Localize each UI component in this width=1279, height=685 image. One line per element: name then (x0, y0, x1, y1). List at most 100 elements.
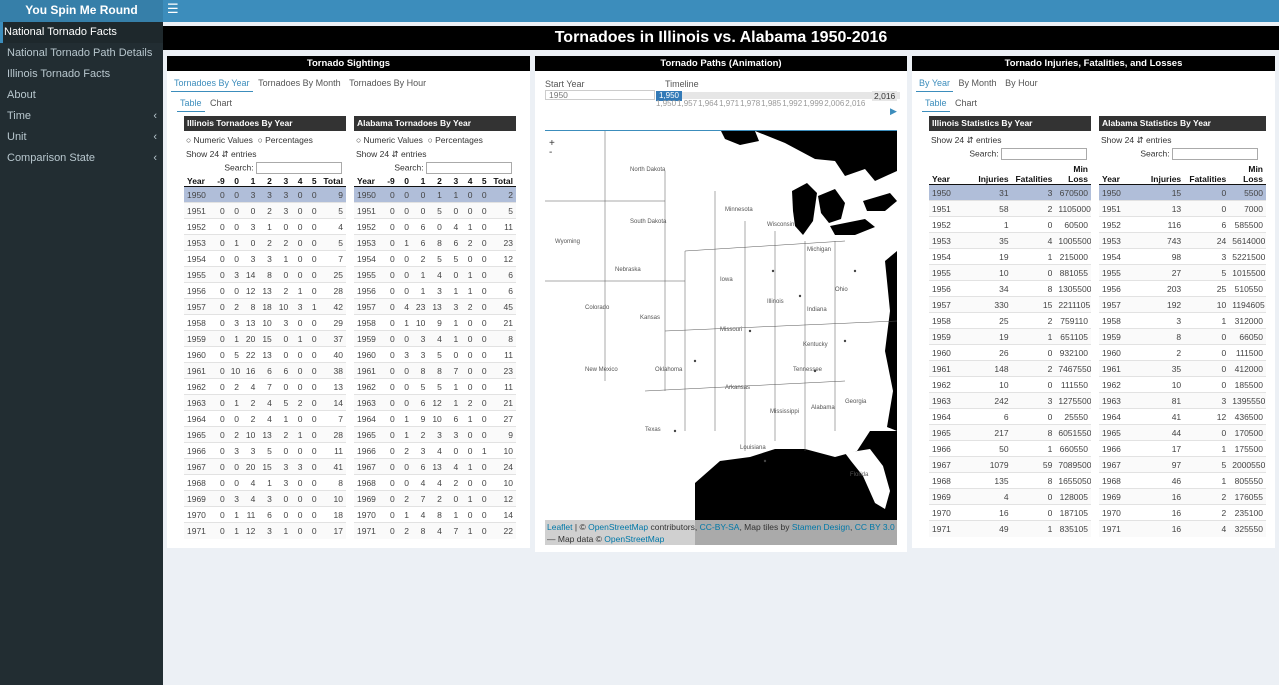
sidebar-item-illinois-tornado-facts[interactable]: Illinois Tornado Facts (0, 64, 163, 85)
table-row[interactable]: 1952 116 6 585500 (1099, 216, 1266, 233)
table-row[interactable]: 1956 203 25 510550 (1099, 280, 1266, 297)
table-row[interactable]: 1953 0 1 6 8 6 2 0 23 (354, 234, 516, 251)
table-row[interactable]: 1962 0 2 4 7 0 0 0 13 (184, 378, 346, 395)
stamen-link[interactable]: Stamen Design (792, 522, 850, 532)
table-row[interactable]: 1963 0 0 6 12 1 2 0 21 (354, 394, 516, 411)
column-header[interactable]: 2 (258, 176, 275, 187)
table-row[interactable]: 1955 0 3 14 8 0 0 0 25 (184, 266, 346, 283)
timeline-slider[interactable] (656, 92, 900, 99)
table-row[interactable]: 1964 41 12 436500 (1099, 408, 1266, 425)
column-header[interactable]: 0 (397, 176, 412, 187)
osm-link[interactable]: OpenStreetMap (604, 534, 664, 544)
brand-logo[interactable]: You Spin Me Round (0, 0, 163, 22)
column-header[interactable]: Year (929, 164, 972, 185)
table-row[interactable]: 1958 3 1 312000 (1099, 312, 1266, 329)
table-row[interactable]: 1956 34 8 1305500 (929, 280, 1091, 297)
table-row[interactable]: 1954 0 0 3 3 1 0 0 7 (184, 250, 346, 267)
column-header[interactable]: 3 (274, 176, 292, 187)
table-row[interactable]: 1965 44 0 170500 (1099, 424, 1266, 441)
table-row[interactable]: 1967 0 0 20 15 3 3 0 41 (184, 458, 346, 475)
tab-chart[interactable]: Chart (207, 97, 235, 111)
table-row[interactable]: 1951 0 0 0 2 3 0 0 5 (184, 202, 346, 219)
table-row[interactable]: 1970 0 1 4 8 1 0 0 14 (354, 506, 516, 523)
search-input[interactable] (1172, 148, 1258, 160)
table-row[interactable]: 1954 0 0 2 5 5 0 0 12 (354, 250, 516, 267)
radio-numeric[interactable]: ○ (356, 135, 361, 145)
table-row[interactable]: 1960 26 0 932100 (929, 344, 1091, 361)
table-row[interactable]: 1965 217 8 6051550 (929, 424, 1091, 441)
tab-chart[interactable]: Chart (952, 97, 980, 111)
table-row[interactable]: 1971 0 2 8 4 7 1 0 22 (354, 522, 516, 539)
table-row[interactable]: 1958 0 1 10 9 1 0 0 21 (354, 314, 516, 331)
table-row[interactable]: 1958 0 3 13 10 3 0 0 29 (184, 314, 346, 331)
table-row[interactable]: 1968 135 8 1655050 (929, 472, 1091, 489)
tab-table[interactable]: Table (177, 97, 205, 112)
table-row[interactable]: 1969 4 0 128005 (929, 488, 1091, 505)
column-header[interactable]: 1 (241, 176, 259, 187)
column-header[interactable]: 1 (411, 176, 429, 187)
column-header[interactable]: Year (184, 176, 213, 187)
table-row[interactable]: 1953 743 24 5614000 (1099, 232, 1266, 249)
table-row[interactable]: 1967 0 0 6 13 4 1 0 24 (354, 458, 516, 475)
table-row[interactable]: 1955 10 0 881055 (929, 264, 1091, 281)
entries-select[interactable]: 24 ⇵ (955, 135, 974, 145)
table-row[interactable]: 1970 16 2 235100 (1099, 504, 1266, 521)
table-row[interactable]: 1956 0 0 12 13 2 1 0 28 (184, 282, 346, 299)
table-row[interactable]: 1959 0 0 3 4 1 0 0 8 (354, 330, 516, 347)
table-row[interactable]: 1969 16 2 176055 (1099, 488, 1266, 505)
table-row[interactable]: 1969 0 2 7 2 0 1 0 12 (354, 490, 516, 507)
search-input[interactable] (256, 162, 342, 174)
table-row[interactable]: 1969 0 3 4 3 0 0 0 10 (184, 490, 346, 507)
table-row[interactable]: 1956 0 0 1 3 1 1 0 6 (354, 282, 516, 299)
table-row[interactable]: 1963 81 3 1395550 (1099, 392, 1266, 409)
table-row[interactable]: 1966 50 1 660550 (929, 440, 1091, 457)
table-row[interactable]: 1964 0 1 9 10 6 1 0 27 (354, 410, 516, 427)
table-row[interactable]: 1966 0 2 3 4 0 0 1 10 (354, 442, 516, 459)
table-row[interactable]: 1953 0 1 0 2 2 0 0 5 (184, 234, 346, 251)
start-year-input[interactable]: 1950 (545, 90, 655, 100)
table-row[interactable]: 1951 13 0 7000 (1099, 200, 1266, 217)
table-row[interactable]: 1966 17 1 175500 (1099, 440, 1266, 457)
column-header[interactable]: 4 (291, 176, 306, 187)
table-row[interactable]: 1960 0 3 3 5 0 0 0 11 (354, 346, 516, 363)
column-header[interactable]: Year (354, 176, 383, 187)
table-row[interactable]: 1961 0 10 16 6 6 0 0 38 (184, 362, 346, 379)
table-row[interactable]: 1955 27 5 1015500 (1099, 264, 1266, 281)
column-header[interactable]: 2 (428, 176, 445, 187)
leaflet-link[interactable]: Leaflet (547, 522, 573, 532)
table-row[interactable]: 1970 0 1 11 6 0 0 0 18 (184, 506, 346, 523)
table-row[interactable]: 1955 0 0 1 4 0 1 0 6 (354, 266, 516, 283)
table-row[interactable]: 1963 242 3 1275500 (929, 392, 1091, 409)
search-input[interactable] (426, 162, 512, 174)
table-row[interactable]: 1959 0 1 20 15 0 1 0 37 (184, 330, 346, 347)
table-row[interactable]: 1971 49 1 835105 (929, 520, 1091, 537)
column-header[interactable]: Fatalities (1184, 164, 1230, 185)
osm-link[interactable]: OpenStreetMap (588, 522, 648, 532)
column-header[interactable]: 5 (305, 176, 320, 187)
table-row[interactable]: 1963 0 1 2 4 5 2 0 14 (184, 394, 346, 411)
tab-table[interactable]: Table (922, 97, 950, 112)
radio-percentages[interactable]: ○ (258, 135, 263, 145)
table-row[interactable]: 1961 148 2 7467550 (929, 360, 1091, 377)
table-row[interactable]: 1968 46 1 805550 (1099, 472, 1266, 489)
tab-tornadoes-by-year[interactable]: Tornadoes By Year (171, 77, 253, 92)
table-row[interactable]: 1964 6 0 25550 (929, 408, 1091, 425)
table-row[interactable]: 1950 31 3 670500 (929, 184, 1091, 201)
sidebar-item-about[interactable]: About (0, 85, 163, 106)
sidebar-item-time[interactable]: Time ‹ (0, 106, 163, 127)
entries-select[interactable]: 24 ⇵ (210, 149, 229, 159)
table-row[interactable]: 1968 0 0 4 1 3 0 0 8 (184, 474, 346, 491)
tab-by-hour[interactable]: By Hour (1002, 77, 1041, 91)
tornado-map[interactable]: Wyoming Nebraska Kansas Oklahoma Texas M… (545, 130, 897, 545)
tab-tornadoes-by-hour[interactable]: Tornadoes By Hour (346, 77, 429, 91)
table-row[interactable]: 195335410055000 (929, 232, 1091, 249)
column-header[interactable]: Injuries (971, 164, 1012, 185)
play-icon[interactable]: ▶ (890, 106, 897, 117)
column-header[interactable]: 0 (227, 176, 242, 187)
column-header[interactable]: Min Loss (1229, 164, 1266, 185)
column-header[interactable]: Min Loss (1055, 164, 1091, 185)
table-row[interactable]: 1967 1079 59 7089500 (929, 456, 1091, 473)
table-row[interactable]: 1971 16 4 325550 (1099, 520, 1266, 537)
column-header[interactable]: -9 (382, 176, 398, 187)
table-row[interactable]: 1954 98 3 5221500 (1099, 248, 1266, 265)
